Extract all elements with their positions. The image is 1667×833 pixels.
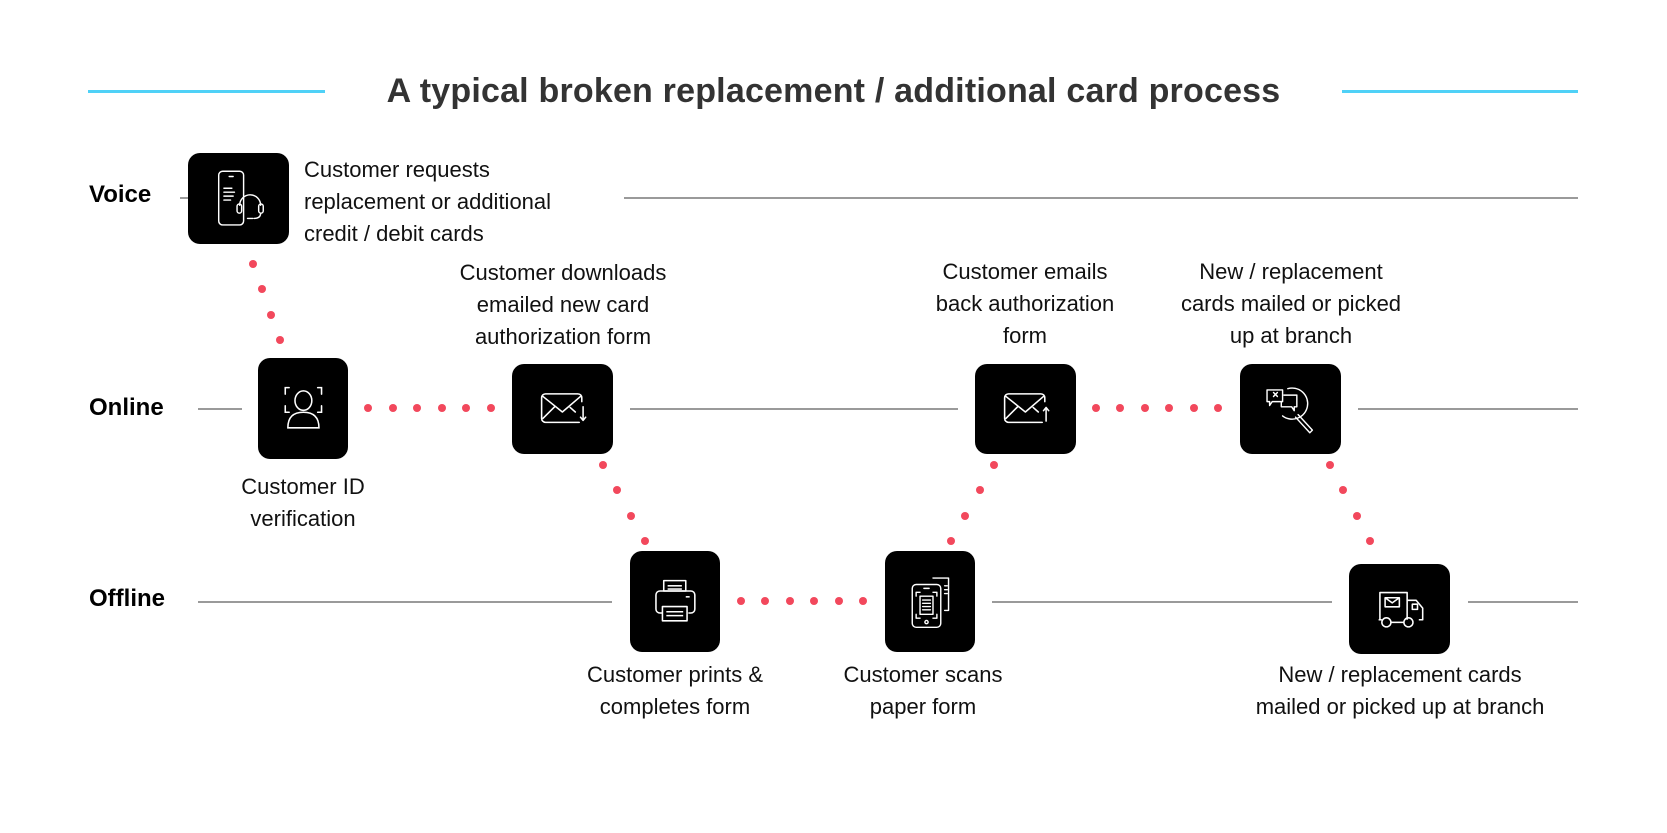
connector-dot-request-to-id-verification (258, 285, 266, 294)
label-line: Customer requests (304, 157, 490, 182)
label-line: mailed or picked up at branch (1255, 694, 1545, 719)
step-offline-fulfil-label: New / replacement cards mailed or picked… (1256, 659, 1545, 723)
label-line: cards mailed or picked (1180, 291, 1402, 316)
connector-dot-print-form-to-scan-form (761, 597, 770, 605)
connector-dot-print-form-to-scan-form (810, 597, 819, 605)
connector-dot-online-fulfil-to-offline-fulfil (1352, 511, 1361, 520)
connector-dot-id-verification-to-download-form (413, 404, 422, 412)
step-offline-fulfil-box (1349, 564, 1450, 654)
connector-dot-id-verification-to-download-form (388, 404, 397, 412)
step-email-back-label: Customer emails back authorization form (936, 256, 1115, 352)
connector-dot-download-form-to-print-form (627, 511, 635, 520)
label-line: replacement or additional (304, 189, 552, 214)
face-id-icon (284, 386, 322, 429)
step-download-form-box (512, 364, 613, 454)
connector-dot-download-form-to-print-form (613, 486, 621, 495)
connector-dot-request-to-id-verification (276, 336, 284, 344)
lane-line-voice (624, 197, 1578, 199)
connector-dot-id-verification-to-download-form (462, 404, 471, 412)
connector-dot-print-form-to-scan-form (834, 597, 843, 605)
label-line: New / replacement cards (1278, 662, 1522, 687)
label-line: back authorization (935, 291, 1115, 316)
step-request-box (188, 153, 289, 244)
label-line: verification (250, 506, 356, 531)
lane-label-offline: Offline (89, 585, 165, 612)
mobile-scan-icon (911, 577, 949, 629)
connector-dot-email-back-to-online-fulfil (1165, 404, 1174, 412)
connector-dot-print-form-to-scan-form (859, 597, 867, 605)
step-print-form-box (630, 551, 720, 652)
lane-label-online: Online (89, 394, 164, 421)
chat-search-icon (1266, 386, 1314, 434)
connector-dot-download-form-to-print-form (641, 537, 649, 545)
step-print-form-label: Customer prints & completes form (587, 659, 763, 723)
label-line: form (1003, 323, 1047, 348)
label-line: paper form (869, 694, 977, 719)
step-scan-form-label: Customer scans paper form (844, 659, 1003, 723)
label-line: completes form (599, 694, 751, 719)
email-upload-icon (1003, 392, 1050, 423)
connector-dot-email-back-to-online-fulfil (1140, 404, 1149, 412)
connector-dot-print-form-to-scan-form (785, 597, 794, 605)
lane-line-online (198, 408, 242, 410)
connector-dot-scan-form-to-email-back (947, 537, 955, 545)
email-download-icon (540, 392, 587, 423)
lane-line-offline (992, 601, 1332, 603)
connector-dot-email-back-to-online-fulfil (1189, 404, 1198, 412)
delivery-truck-icon (1378, 591, 1424, 628)
label-line: New / replacement (1199, 259, 1383, 284)
connector-dot-download-form-to-print-form (599, 461, 607, 469)
phone-headset-icon (218, 170, 265, 226)
label-line: authorization form (474, 324, 652, 349)
connector-dot-online-fulfil-to-offline-fulfil (1326, 461, 1334, 469)
step-request-label: Customer requests replacement or additio… (304, 154, 551, 250)
connector-dot-scan-form-to-email-back (961, 511, 970, 520)
label-line: Customer scans (843, 662, 1003, 687)
connector-dot-id-verification-to-download-form (487, 404, 495, 412)
lane-line-offline (1468, 601, 1578, 603)
diagram-title: A typical broken replacement / additiona… (386, 72, 1281, 110)
step-email-back-box (975, 364, 1076, 454)
lane-line-online (1358, 408, 1578, 410)
connector-dot-print-form-to-scan-form (737, 597, 745, 605)
step-scan-form-box (885, 551, 975, 652)
connector-dot-id-verification-to-download-form (437, 404, 446, 412)
connector-dot-online-fulfil-to-offline-fulfil (1339, 486, 1348, 495)
label-line: Customer ID (241, 474, 365, 499)
connector-dot-online-fulfil-to-offline-fulfil (1366, 537, 1374, 545)
connector-dot-scan-form-to-email-back (975, 486, 984, 495)
label-line: Customer prints & (586, 662, 764, 687)
lane-line-offline (198, 601, 612, 603)
connector-dot-request-to-id-verification (267, 310, 275, 319)
step-download-form-label: Customer downloads emailed new card auth… (460, 257, 667, 353)
connector-dot-email-back-to-online-fulfil (1116, 404, 1125, 412)
step-online-fulfil-label: New / replacement cards mailed or picked… (1181, 256, 1401, 352)
step-id-verification-label: Customer ID verification (241, 471, 364, 535)
step-online-fulfil-box (1240, 364, 1341, 454)
connector-dot-email-back-to-online-fulfil (1214, 404, 1222, 412)
lane-line-voice (180, 197, 188, 199)
label-line: up at branch (1229, 323, 1353, 348)
step-id-verification-box (258, 358, 348, 459)
connector-dot-scan-form-to-email-back (990, 461, 998, 469)
label-line: Customer downloads (459, 260, 667, 285)
connector-dot-email-back-to-online-fulfil (1092, 404, 1100, 412)
lane-line-online (630, 408, 958, 410)
lane-label-voice: Voice (89, 181, 152, 208)
connector-dot-id-verification-to-download-form (364, 404, 372, 412)
label-line: emailed new card (476, 292, 650, 317)
connector-dot-request-to-id-verification (249, 260, 257, 268)
printer-icon (654, 579, 696, 622)
label-line: Customer emails (942, 259, 1108, 284)
label-line: credit / debit cards (304, 221, 484, 246)
